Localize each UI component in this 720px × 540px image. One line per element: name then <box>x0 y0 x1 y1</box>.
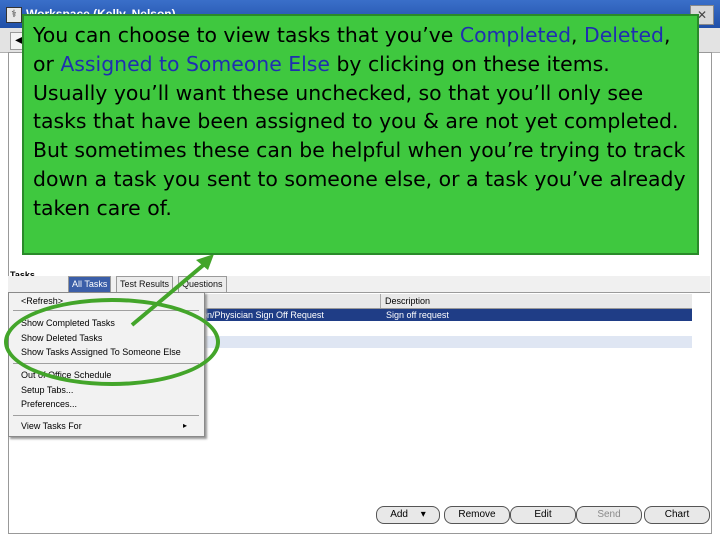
add-button-label: Add <box>390 509 408 520</box>
arrow-shaft <box>130 260 209 327</box>
completed-term: Completed <box>459 23 572 47</box>
deleted-term: Deleted <box>584 23 664 47</box>
add-dropdown-icon[interactable]: ▾ <box>421 509 426 520</box>
callout-paragraph-2: Usually you’ll want these unchecked, so … <box>33 80 686 220</box>
chart-button[interactable]: Chart <box>644 506 710 524</box>
remove-button[interactable]: Remove <box>444 506 510 524</box>
instruction-callout: You can choose to view tasks that you’ve… <box>22 14 699 255</box>
edit-button[interactable]: Edit <box>510 506 576 524</box>
add-button[interactable]: Add ▾ <box>376 506 440 524</box>
callout-text: You can choose to view tasks that you’ve <box>33 23 460 47</box>
task-action-bar: Add ▾ Remove Edit Send Chart <box>376 506 710 526</box>
callout-text: , <box>571 23 585 47</box>
send-button[interactable]: Send <box>576 506 642 524</box>
assigned-term: Assigned to Someone Else <box>60 51 330 76</box>
callout-paragraph-1: You can choose to view tasks that you’ve… <box>33 21 689 79</box>
callout-text: by clicking on these items. <box>329 51 610 76</box>
